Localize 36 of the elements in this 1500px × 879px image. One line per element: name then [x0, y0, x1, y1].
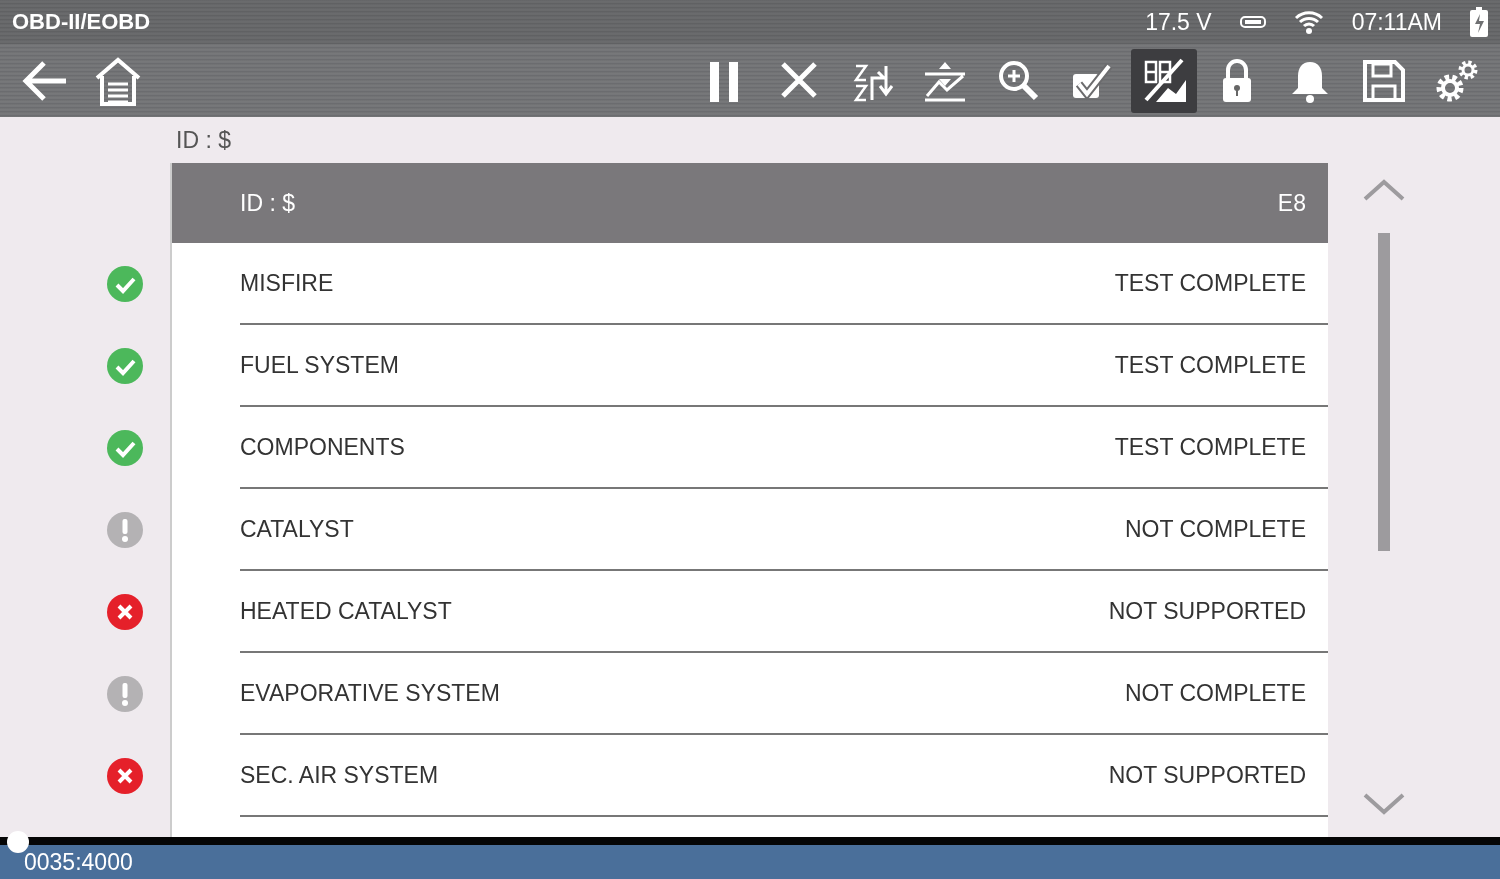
monitor-name: HEATED CATALYST [240, 597, 452, 625]
display-mode-button[interactable] [1130, 48, 1197, 113]
monitor-name: EVAPORATIVE SYSTEM [240, 679, 500, 707]
clock: 07:11AM [1351, 8, 1442, 36]
header-value: E8 [1277, 189, 1306, 217]
check-circle-icon [107, 348, 143, 384]
monitor-name: FUEL SYSTEM [240, 351, 399, 379]
monitor-status: NOT COMPLETE [1124, 679, 1306, 707]
monitor-status: TEST COMPLETE [1114, 269, 1306, 297]
wifi-icon [1293, 9, 1324, 35]
monitor-status: TEST COMPLETE [1114, 351, 1306, 379]
save-icon [1360, 57, 1405, 104]
check-circle-icon [107, 430, 143, 466]
monitor-status: NOT SUPPORTED [1108, 761, 1306, 789]
monitor-status: TEST COMPLETE [1114, 433, 1306, 461]
section-caption: ID : $ [175, 126, 232, 154]
check-circle-icon [107, 266, 143, 302]
battery-connector-icon [1239, 16, 1266, 28]
header-label: ID : $ [240, 189, 295, 217]
battery-charging-icon [1470, 7, 1488, 37]
monitor-name: SEC. AIR SYSTEM [240, 761, 439, 789]
monitor-name: CATALYST [240, 515, 354, 543]
scrollbar-thumb[interactable] [1378, 233, 1390, 551]
frame-counter: 0035:4000 [24, 848, 133, 876]
monitor-name: COMPONENTS [240, 433, 405, 461]
voltage-reading: 17.5 V [1145, 8, 1212, 36]
app-title: OBD-II/EOBD [12, 9, 152, 35]
monitor-status: NOT COMPLETE [1124, 515, 1306, 543]
garage-icon [93, 55, 142, 106]
monitor-name: MISFIRE [240, 269, 334, 297]
warning-circle-icon [107, 512, 143, 548]
warning-circle-icon [107, 676, 143, 712]
error-circle-icon [107, 594, 143, 630]
monitor-status: NOT SUPPORTED [1108, 597, 1306, 625]
slider-thumb[interactable] [7, 831, 29, 853]
error-circle-icon [107, 758, 143, 794]
